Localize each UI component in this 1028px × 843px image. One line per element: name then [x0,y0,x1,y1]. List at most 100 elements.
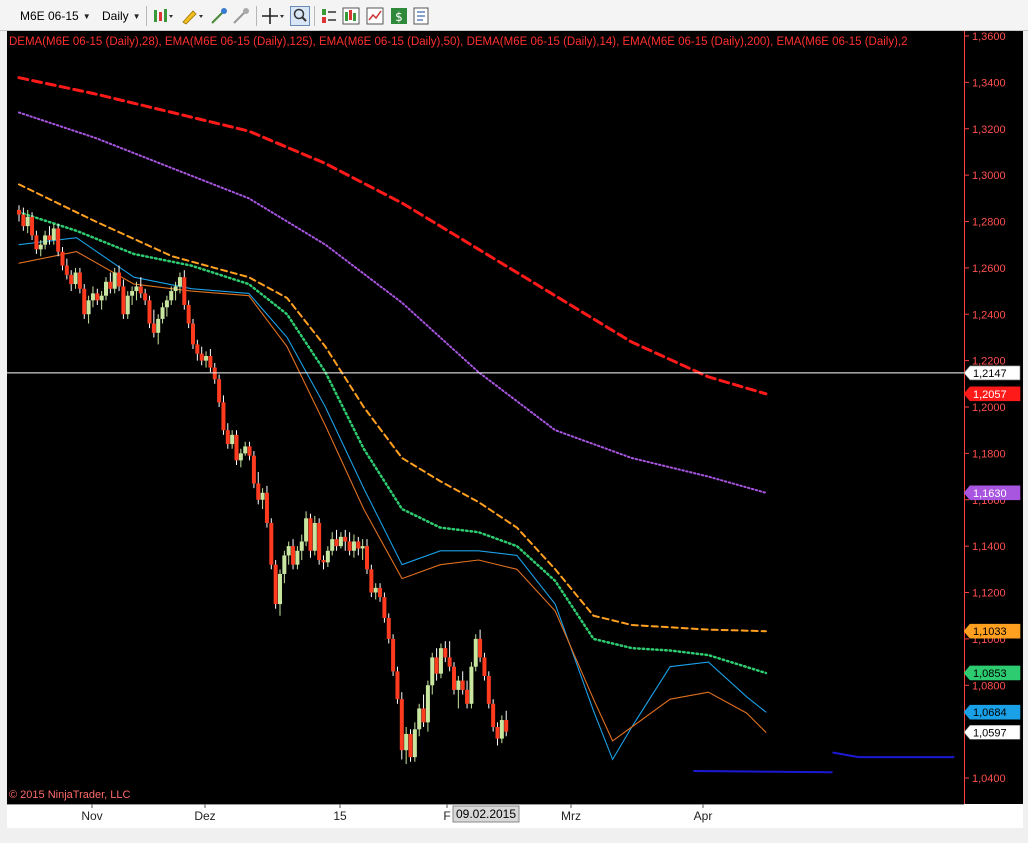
candle [452,662,456,695]
candle [343,529,348,551]
candle [204,351,209,368]
time-axis[interactable]: Nov Dez 15 F Mrz Apr 09.02.2015 [7,804,1023,828]
candle-body [217,379,222,403]
drawing-pencil-icon[interactable] [180,7,204,25]
support-line[interactable] [693,770,833,774]
candle [412,722,417,762]
candle [408,729,413,762]
series-ema28 [17,210,768,675]
candle [399,692,404,760]
candle-body [64,265,69,275]
remove-draw-icon[interactable] [232,7,250,25]
candle-body [60,251,65,266]
candle-body [382,597,387,619]
candle-body [491,703,496,727]
candle [99,291,104,310]
price-marker-label: 1,0597 [973,727,1007,739]
candle [269,518,274,570]
candle [365,539,369,574]
price-chart[interactable] [7,31,964,804]
price-marker: 1,1630 [963,485,1021,501]
candle-body [95,293,100,301]
candle-body [312,522,317,551]
candle [260,488,265,510]
candle-body [434,657,439,674]
candle [469,662,474,709]
candle-body [230,434,235,445]
candle [34,230,39,254]
candle [299,534,304,561]
candle [25,209,30,234]
indicators-icon[interactable] [366,7,384,25]
y-tick-label: 1,0800 [972,680,1006,692]
candle-body [25,216,30,227]
zoom-icon[interactable] [290,6,310,26]
candle [121,279,126,319]
candle-body [482,657,487,676]
chart-trader-icon[interactable] [320,7,338,25]
candle-body [143,293,148,301]
candle [230,430,235,449]
candle [356,536,361,556]
chevron-down-icon: ▼ [82,11,91,21]
candle [221,395,226,435]
y-tick-label: 1,3600 [972,31,1006,43]
candle-body [238,453,243,461]
candle-body [325,550,330,563]
copyright-label: © 2015 NinjaTrader, LLC [9,789,131,801]
candle-body [204,355,209,361]
candle-body [51,228,56,241]
candle-body [38,244,43,250]
candle [430,652,435,695]
bar-style-icon[interactable] [152,7,174,25]
series-ema50 [18,183,767,633]
candle-body [138,286,143,294]
candle [373,583,378,600]
price-marker-label: 1,0853 [973,668,1007,680]
candle-body [386,618,391,639]
candle-body [164,300,169,308]
crosshair-icon[interactable] [262,7,286,25]
candle [156,314,161,345]
support-line[interactable] [832,751,955,759]
y-tick-label: 1,1800 [972,448,1006,460]
candle-body [430,657,435,686]
candle [160,302,165,324]
price-marker: 1,0597 [963,725,1021,740]
candle [208,349,213,373]
candle-body [369,569,374,593]
candle [321,555,326,570]
price-axis[interactable]: 1,3600 1,3400 1,3200 1,3000 1,2800 1,2600 1,24… [963,31,1023,804]
y-tick-label: 1,1400 [972,541,1006,553]
candle-body [269,522,274,565]
candle-body [73,272,78,285]
candle-body [151,323,156,333]
candle-body [347,541,352,551]
strategies-icon[interactable] [342,7,360,25]
candle-body [504,720,509,732]
crosshair-date-label: 09.02.2015 [456,807,516,821]
candle [417,703,422,737]
draw-tool-icon[interactable] [210,7,228,25]
candle-body [317,522,322,561]
candle-body [408,733,413,758]
candle [465,680,470,709]
properties-icon[interactable] [412,7,430,25]
timeframe-selector[interactable]: Daily ▼ [102,6,141,26]
candle-body [86,300,91,315]
window-left-margin [0,31,7,828]
price-marker-label: 1,2147 [973,368,1007,380]
series-ema200 [17,76,768,396]
candle [47,226,52,245]
candle [195,339,200,361]
candle [264,485,269,528]
candle [443,641,448,663]
money-icon[interactable]: $ [390,7,408,25]
candle [278,569,282,616]
candle-body [160,307,165,319]
svg-text:$: $ [395,10,403,24]
instrument-selector[interactable]: M6E 06-15 ▼ [20,6,91,26]
y-tick-label: 1,3200 [972,124,1006,136]
candle-body [499,720,504,739]
chart-panel[interactable]: DEMA(M6E 06-15 (Daily),28), EMA(M6E 06-1… [7,31,964,804]
